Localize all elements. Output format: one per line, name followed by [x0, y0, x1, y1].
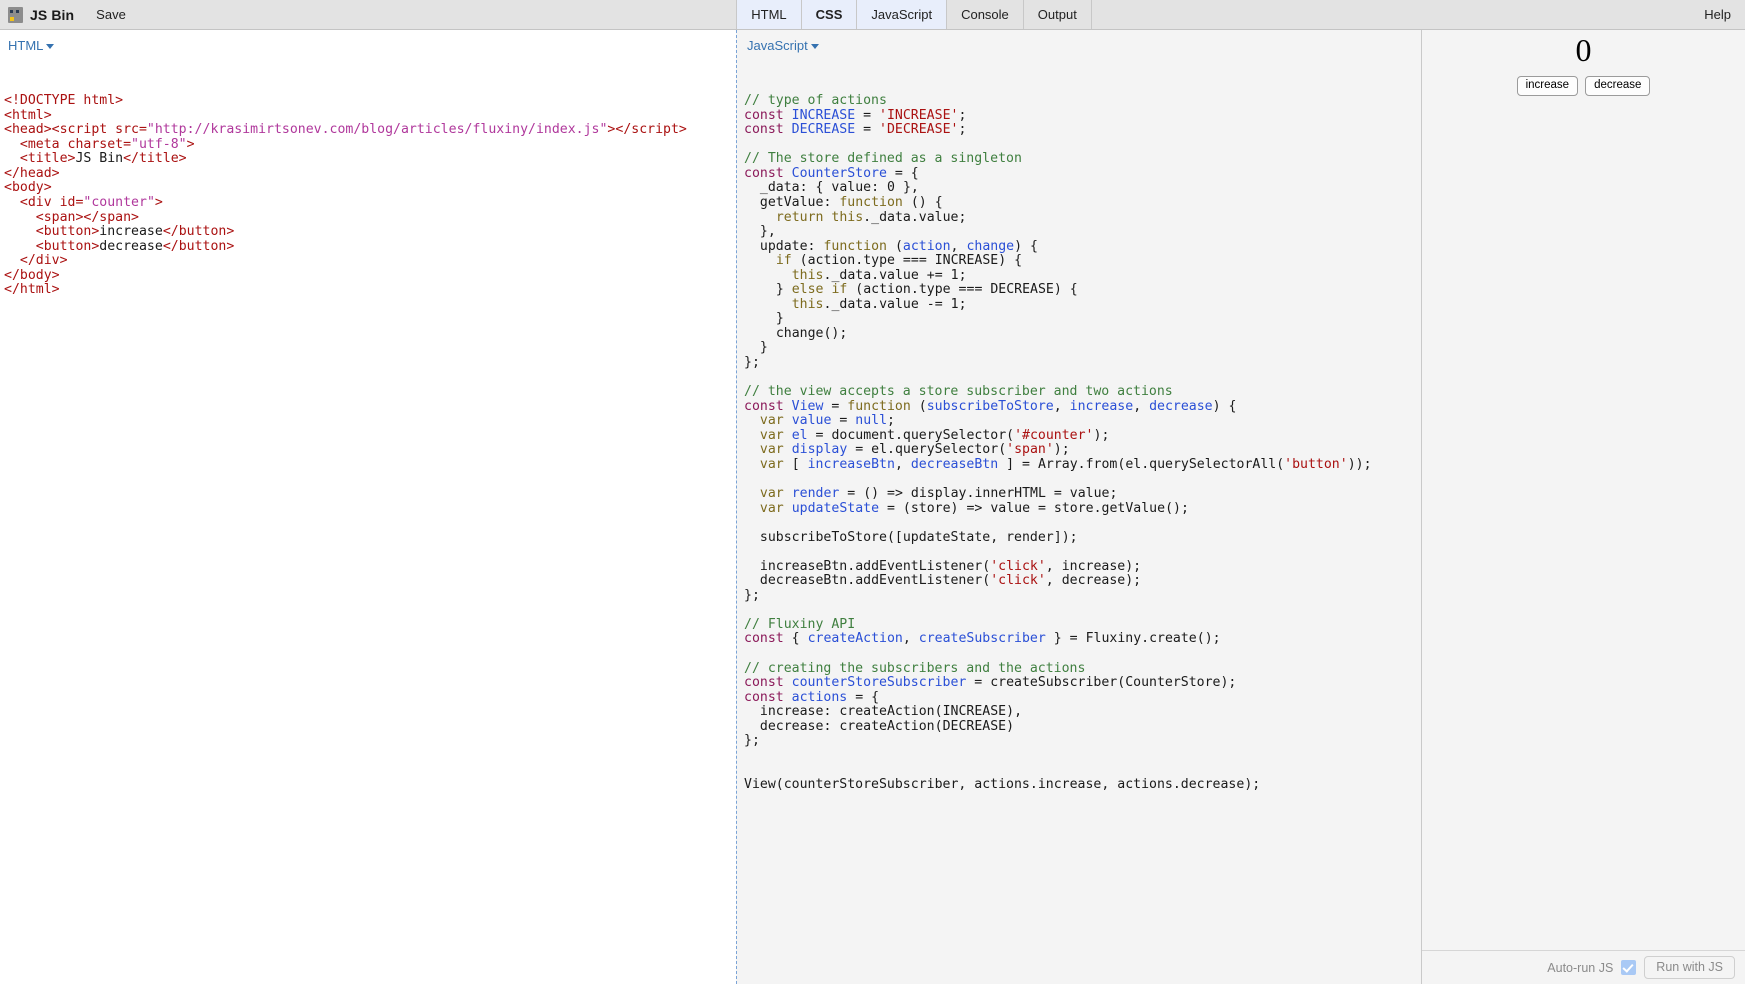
autorun-label: Auto-run JS — [1547, 960, 1614, 975]
html-panel-label[interactable]: HTML — [8, 38, 55, 53]
top-bar-spacer — [138, 0, 736, 29]
save-button[interactable]: Save — [84, 0, 138, 29]
javascript-code-area[interactable]: // type of actions const INCREASE = 'INC… — [737, 43, 1421, 984]
help-link[interactable]: Help — [1690, 7, 1745, 22]
counter-buttons: increase decrease — [1438, 76, 1729, 96]
html-code-area[interactable]: <!DOCTYPE html> <html> <head><script src… — [0, 43, 736, 984]
panel-tabs: HTML CSS JavaScript Console Output — [736, 0, 1092, 29]
html-panel-label-text: HTML — [8, 38, 44, 53]
chevron-down-icon[interactable] — [46, 44, 55, 50]
increase-button[interactable]: increase — [1516, 76, 1579, 96]
app-title: JS Bin — [30, 6, 75, 23]
top-bar: JS Bin Save HTML CSS JavaScript Console … — [0, 0, 1745, 30]
tab-css[interactable]: CSS — [800, 0, 857, 29]
counter-widget: 0 increase decrease — [1438, 30, 1729, 96]
javascript-panel-label[interactable]: JavaScript — [747, 38, 819, 53]
javascript-editor-panel[interactable]: JavaScript // type of actions const INCR… — [736, 30, 1421, 984]
brand: JS Bin — [0, 0, 74, 29]
output-footer: Auto-run JS Run with JS — [1422, 950, 1745, 984]
help-wrap: Help — [1690, 0, 1745, 29]
run-with-js-button[interactable]: Run with JS — [1644, 956, 1735, 979]
tab-output[interactable]: Output — [1022, 0, 1092, 29]
chevron-down-icon[interactable] — [810, 44, 819, 50]
decrease-button[interactable]: decrease — [1585, 76, 1651, 96]
html-editor-panel[interactable]: HTML <!DOCTYPE html> <html> <head><scrip… — [0, 30, 736, 984]
workspace: HTML <!DOCTYPE html> <html> <head><scrip… — [0, 30, 1745, 984]
output-preview: 0 increase decrease — [1422, 30, 1745, 950]
autorun-checkbox[interactable] — [1621, 960, 1637, 975]
tab-console[interactable]: Console — [946, 0, 1023, 29]
javascript-panel-label-text: JavaScript — [747, 38, 808, 53]
tab-javascript[interactable]: JavaScript — [856, 0, 947, 29]
top-bar-spacer-right — [1092, 0, 1690, 29]
tab-html[interactable]: HTML — [736, 0, 801, 29]
jsbin-robot-icon — [8, 6, 23, 23]
output-panel: 0 increase decrease Auto-run JS Run with… — [1421, 30, 1745, 984]
counter-value: 0 — [1575, 32, 1592, 68]
